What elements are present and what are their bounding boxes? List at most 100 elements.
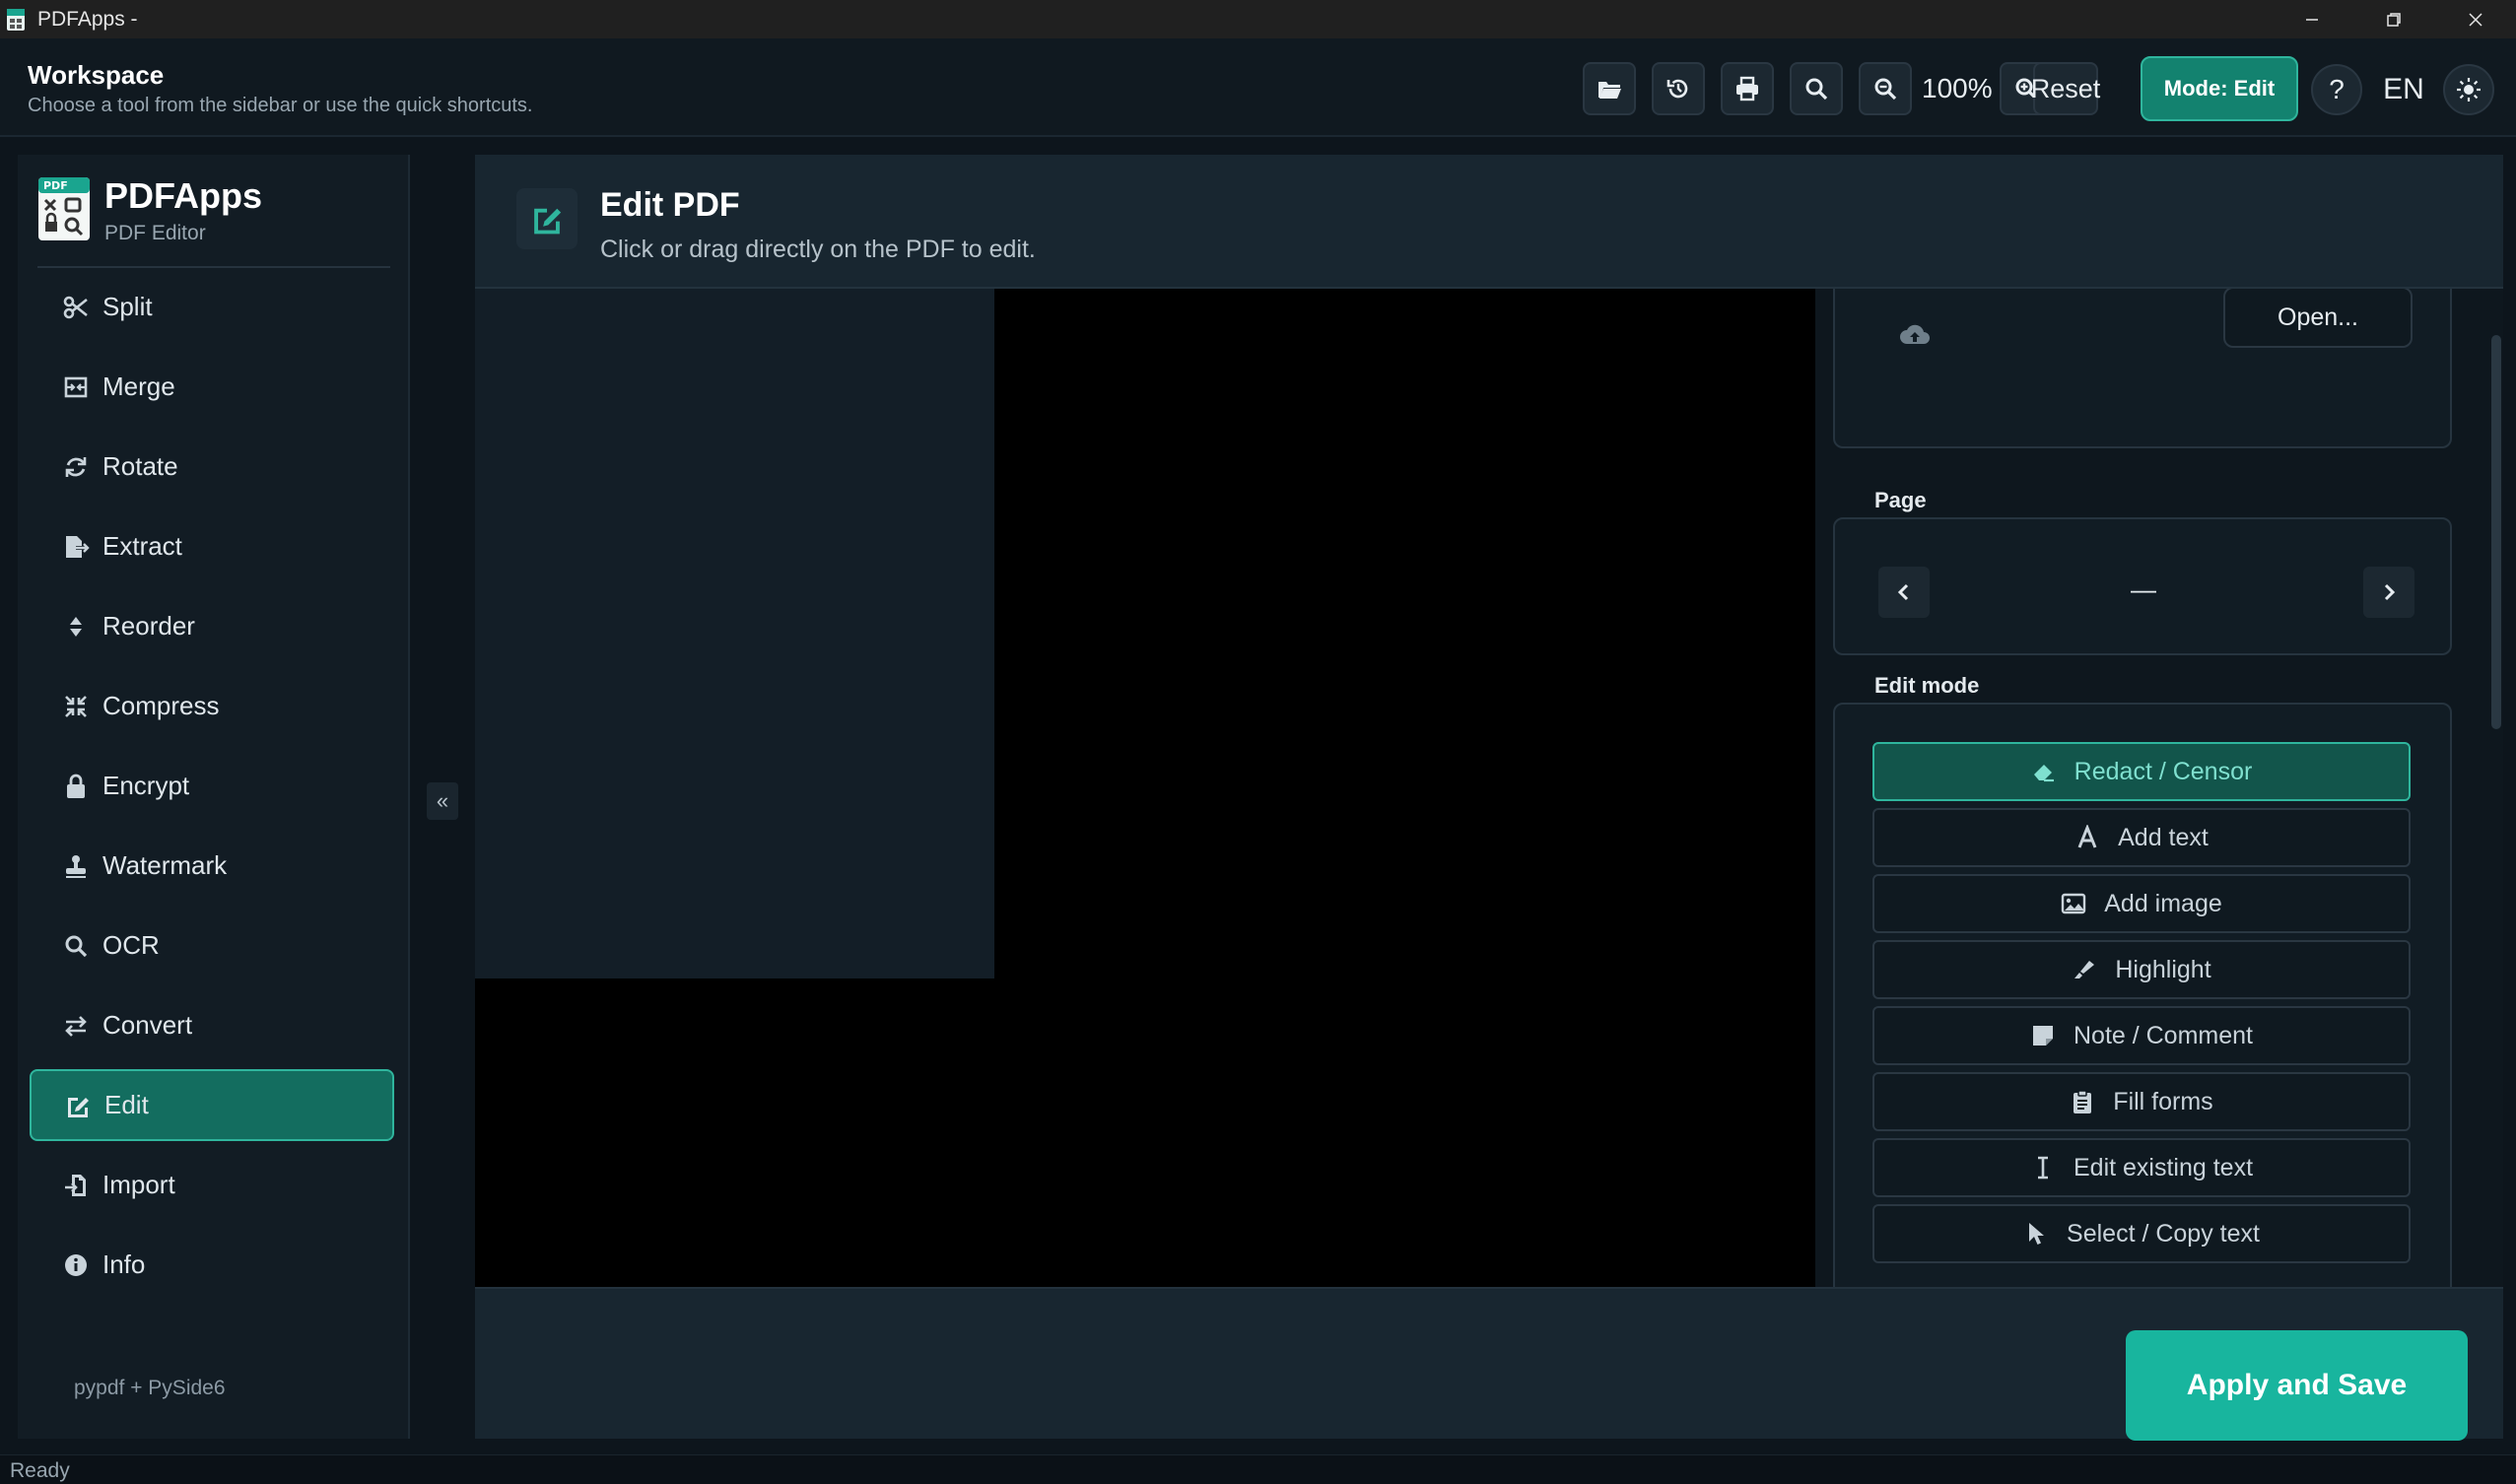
history-button[interactable]	[1652, 62, 1705, 115]
zoom-out-button[interactable]	[1859, 62, 1912, 115]
theme-toggle-button[interactable]	[2443, 64, 2494, 115]
previous-page-button[interactable]	[1878, 567, 1930, 618]
sidebar-item-convert[interactable]: Convert	[30, 989, 394, 1061]
sidebar-item-label: Import	[102, 1170, 175, 1199]
collapse-sidebar-button[interactable]: «	[427, 782, 458, 820]
minimize-icon	[2305, 18, 2318, 21]
sidebar-item-merge[interactable]: Merge	[30, 351, 394, 423]
mode-add-text-button[interactable]: Add text	[1872, 808, 2411, 867]
sidebar-item-label: Encrypt	[102, 771, 190, 800]
pdfapps-logo: PDF	[38, 177, 90, 240]
sidebar-item-ocr[interactable]: OCR	[30, 910, 394, 981]
open-file-button[interactable]	[1583, 62, 1636, 115]
sidebar-item-label: Split	[102, 292, 153, 321]
sidebar: PDF PDFApps PDF Editor Split Merge Rotat…	[18, 155, 410, 1439]
page-group: —	[1833, 517, 2452, 655]
chevron-left-icon	[1897, 583, 1909, 601]
sidebar-item-label: Convert	[102, 1010, 193, 1040]
mode-note-button[interactable]: Note / Comment	[1872, 1006, 2411, 1065]
sidebar-item-label: Compress	[102, 691, 220, 720]
sidebar-item-edit[interactable]: Edit	[30, 1069, 394, 1141]
action-bar: Apply and Save	[475, 1287, 2503, 1441]
cloud-upload-icon	[1900, 324, 1930, 344]
help-button[interactable]: ?	[2311, 64, 2362, 115]
app-icon	[7, 8, 25, 31]
mode-highlight-button[interactable]: Highlight	[1872, 940, 2411, 999]
highlighter-icon	[2072, 957, 2097, 982]
pdf-page-preview[interactable]	[475, 289, 994, 978]
mode-select-copy-button[interactable]: Select / Copy text	[1872, 1204, 2411, 1263]
search-icon	[61, 931, 91, 961]
library-credits: pypdf + PySide6	[74, 1377, 226, 1399]
reset-zoom-button[interactable]: Reset	[2031, 62, 2100, 115]
eraser-icon	[2031, 759, 2057, 784]
sidebar-item-label: Rotate	[102, 451, 178, 481]
merge-icon	[61, 372, 91, 402]
print-button[interactable]	[1721, 62, 1774, 115]
tool-title: Edit PDF	[600, 186, 740, 224]
close-button[interactable]	[2434, 0, 2516, 38]
brand: PDF PDFApps PDF Editor	[37, 176, 262, 245]
logo-text: PDF	[43, 179, 68, 192]
stamp-icon	[61, 851, 91, 881]
sidebar-item-label: Extract	[102, 531, 182, 561]
sidebar-item-rotate[interactable]: Rotate	[30, 431, 394, 503]
sidebar-item-compress[interactable]: Compress	[30, 670, 394, 742]
restore-button[interactable]	[2352, 0, 2434, 38]
mode-label: Note / Comment	[2073, 1021, 2253, 1049]
import-icon	[61, 1171, 91, 1200]
folder-open-icon	[1598, 82, 1621, 99]
panel-scrollbar[interactable]	[2491, 335, 2501, 729]
open-file-button[interactable]: Open...	[2223, 289, 2413, 348]
scissors-icon	[61, 293, 91, 322]
language-button[interactable]: EN	[2378, 64, 2429, 115]
mode-fill-forms-button[interactable]: Fill forms	[1872, 1072, 2411, 1131]
app-window: PDFApps - Workspace Choose a tool from t…	[0, 0, 2516, 1484]
rotate-icon	[61, 452, 91, 482]
mode-label: Add image	[2104, 889, 2222, 917]
sidebar-item-extract[interactable]: Extract	[30, 510, 394, 582]
brand-name: PDFApps	[104, 175, 263, 216]
close-icon	[2468, 12, 2482, 27]
divider	[37, 266, 390, 268]
sidebar-item-label: Watermark	[102, 850, 228, 880]
tool-subtitle: Click or drag directly on the PDF to edi…	[600, 236, 1036, 263]
search-button[interactable]	[1790, 62, 1843, 115]
next-page-button[interactable]	[2363, 567, 2414, 618]
text-icon	[2074, 825, 2100, 850]
mode-label: Redact / Censor	[2074, 757, 2253, 785]
minimize-button[interactable]	[2271, 0, 2352, 38]
sidebar-item-import[interactable]: Import	[30, 1149, 394, 1221]
mode-label: Select / Copy text	[2067, 1219, 2260, 1248]
mode-redact-button[interactable]: Redact / Censor	[1872, 742, 2411, 801]
sidebar-item-split[interactable]: Split	[30, 271, 394, 343]
text-cursor-icon	[2030, 1155, 2056, 1180]
lock-icon	[61, 772, 91, 801]
tool-header: Edit PDF Click or drag directly on the P…	[475, 155, 2503, 289]
workspace-header: Workspace Choose a tool from the sidebar…	[0, 38, 2516, 137]
status-text: Ready	[10, 1459, 70, 1482]
sidebar-item-label: Edit	[104, 1090, 149, 1119]
clipboard-icon	[2070, 1089, 2095, 1114]
sidebar-item-info[interactable]: Info	[30, 1229, 394, 1301]
sidebar-item-label: OCR	[102, 930, 160, 960]
zoom-out-icon	[1874, 78, 1897, 101]
extract-icon	[61, 532, 91, 562]
sidebar-item-encrypt[interactable]: Encrypt	[30, 750, 394, 822]
print-icon	[1736, 76, 1758, 101]
page-indicator: —	[2131, 574, 2156, 604]
window-title: PDFApps -	[37, 7, 138, 31]
mode-add-image-button[interactable]: Add image	[1872, 874, 2411, 933]
sidebar-item-reorder[interactable]: Reorder	[30, 590, 394, 662]
edit-mode-group-label: Edit mode	[1863, 673, 1992, 699]
note-icon	[2030, 1023, 2056, 1048]
brand-subtitle: PDF Editor	[104, 222, 206, 244]
sidebar-item-watermark[interactable]: Watermark	[30, 830, 394, 902]
info-icon	[61, 1250, 91, 1280]
edit-icon	[516, 188, 578, 249]
window-controls	[2271, 0, 2516, 38]
apply-and-save-button[interactable]: Apply and Save	[2126, 1330, 2468, 1441]
mode-toggle-button[interactable]: Mode: Edit	[2141, 56, 2298, 121]
mode-edit-existing-text-button[interactable]: Edit existing text	[1872, 1138, 2411, 1197]
workspace-title: Workspace	[28, 60, 165, 90]
